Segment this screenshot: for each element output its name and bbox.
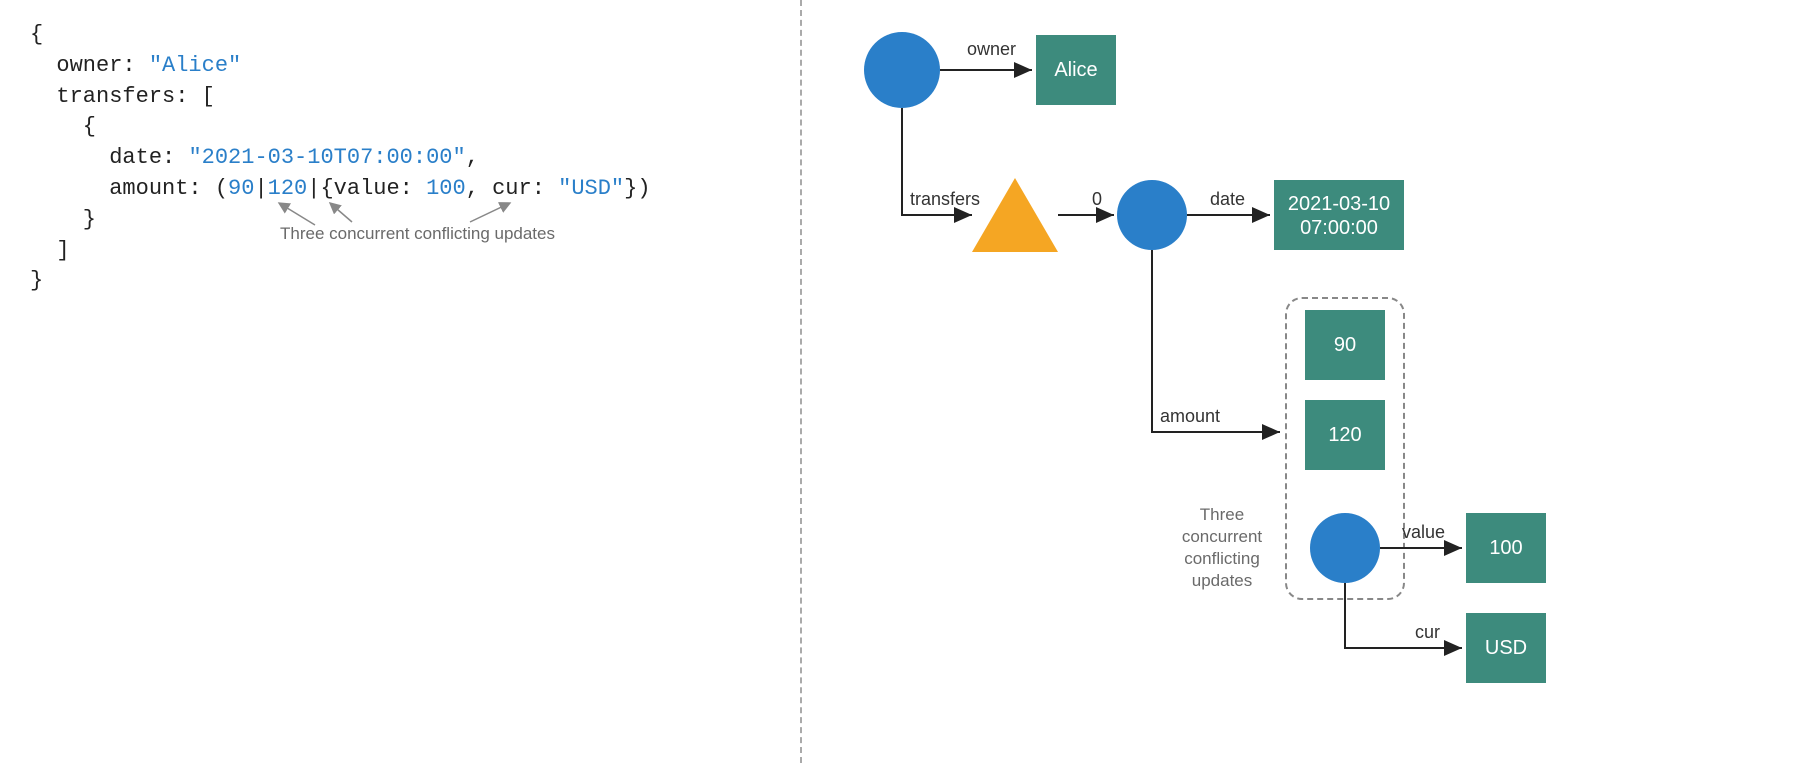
code-text: owner:: [30, 53, 149, 78]
code-value: "USD": [558, 176, 624, 201]
edge-label-index: 0: [1092, 189, 1102, 209]
edge-label-value: value: [1402, 522, 1445, 542]
value-text: 07:00:00: [1300, 217, 1378, 239]
code-text: |: [254, 176, 267, 201]
code-text: ,: [466, 145, 479, 170]
annotation-line: concurrent: [1182, 527, 1263, 546]
object-node: [1117, 180, 1187, 250]
edge-label-amount: amount: [1160, 406, 1220, 426]
edge-amount: [1152, 250, 1280, 432]
code-line: amount: (90|120|{value: 100, cur: "USD"}…: [30, 174, 770, 205]
code-value: 100: [426, 176, 466, 201]
edge-cur: [1345, 583, 1462, 648]
edge-label-date: date: [1210, 189, 1245, 209]
code-line: {: [30, 112, 770, 143]
edge-label-cur: cur: [1415, 622, 1440, 642]
annotation-text: Three concurrent conflicting updates: [280, 222, 555, 246]
code-value: "Alice": [149, 53, 241, 78]
edge-label-transfers: transfers: [910, 189, 980, 209]
annotation-line: updates: [1192, 571, 1253, 590]
value-text: 2021-03-10: [1288, 193, 1390, 215]
value-node-date: [1274, 180, 1404, 250]
code-line: date: "2021-03-10T07:00:00",: [30, 143, 770, 174]
code-panel: { owner: "Alice" transfers: [ { date: "2…: [0, 0, 800, 763]
value-text: 120: [1328, 424, 1361, 446]
code-line: transfers: [: [30, 82, 770, 113]
graph-diagram: owner Alice transfers 0 date 2021-03-10 …: [802, 0, 1802, 763]
value-text: USD: [1485, 637, 1527, 659]
value-text: Alice: [1054, 59, 1097, 81]
code-text: , cur:: [466, 176, 558, 201]
amount-object-node: [1310, 513, 1380, 583]
code-line: }: [30, 266, 770, 297]
code-line: owner: "Alice": [30, 51, 770, 82]
code-value: "2021-03-10T07:00:00": [188, 145, 465, 170]
code-line: {: [30, 20, 770, 51]
diagram-panel: owner Alice transfers 0 date 2021-03-10 …: [802, 0, 1807, 763]
edge-label-owner: owner: [967, 39, 1016, 59]
code-value: 90: [228, 176, 254, 201]
code-text: }): [624, 176, 650, 201]
annotation-line: Three: [1200, 505, 1244, 524]
code-text: |{value:: [307, 176, 426, 201]
code-text: amount: (: [30, 176, 228, 201]
code-value: 120: [268, 176, 308, 201]
value-text: 100: [1489, 537, 1522, 559]
annotation-line: conflicting: [1184, 549, 1260, 568]
value-text: 90: [1334, 334, 1356, 356]
code-text: date:: [30, 145, 188, 170]
list-node: [972, 178, 1058, 252]
root-node: [864, 32, 940, 108]
